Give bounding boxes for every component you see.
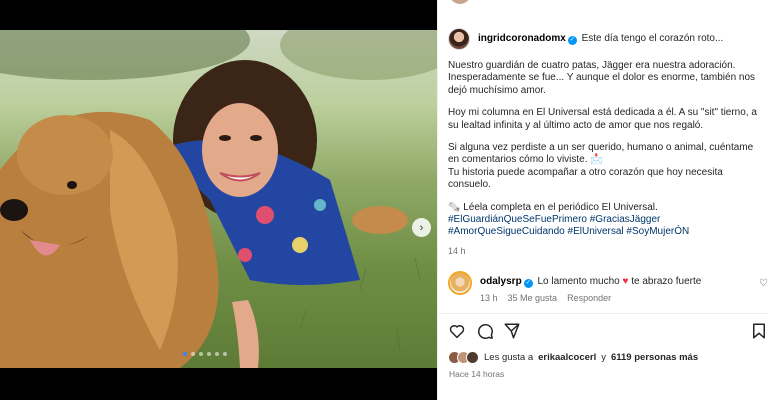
next-image-icon[interactable]: › [412,218,431,237]
comment-text-2: te abrazo fuerte [631,276,702,287]
author-avatar[interactable] [448,28,470,50]
caption-paragraph-4: Tu historia puede acompañar a otro coraz… [448,166,723,191]
likes-prefix: Les gusta a [484,352,534,363]
caption-read-line: 🗞️ Léela completa en el periódico El Uni… [448,201,658,213]
post-actions [448,322,768,344]
divider [438,313,768,314]
reply-button[interactable]: Responder [567,293,611,303]
post-age[interactable]: Hace 14 horas [449,369,504,379]
likes-count[interactable]: 6119 personas más [611,352,698,363]
comment-item: odalysrp ✓ Lo lamento mucho ♥ te abrazo f… [448,271,768,303]
verified-icon: ✓ [567,36,577,45]
carousel-dot [183,352,187,356]
likers-avatars[interactable] [448,351,479,364]
carousel-dot [191,352,195,356]
comment-likes[interactable]: 35 Me gusta [508,293,558,303]
post-photo[interactable]: › [0,30,437,368]
comment-text: Lo lamento mucho [537,276,620,287]
share-icon[interactable] [503,322,521,340]
comment-time[interactable]: 13 h [480,293,498,303]
likes-middle: y [601,352,606,363]
caption-paragraph-2: Hoy mi columna en El Universal está dedi… [448,107,757,131]
post-details-panel: ingridcoronadomx ✓ Este día tengo el cora… [437,0,768,400]
previous-comment-avatar[interactable] [449,0,471,4]
carousel-dots [183,352,227,356]
post-caption: ingridcoronadomx ✓ Este día tengo el cora… [448,28,766,257]
carousel-dot [223,352,227,356]
post-timestamp[interactable]: 14 h [448,245,766,257]
carousel-dot [207,352,211,356]
liker-username[interactable]: erikaalcocerl [538,352,596,363]
carousel-dot [199,352,203,356]
caption-intro: Este día tengo el corazón roto... [581,33,724,44]
comment-meta: 13 h 35 Me gusta Responder [480,293,701,303]
post-media: › [0,0,437,400]
comment-icon[interactable] [476,322,494,340]
caption-paragraph-1: Nuestro guardián de cuatro patas, Jägger… [448,60,756,96]
commenter-avatar[interactable] [448,271,472,295]
photo-illustration [0,30,437,368]
caption-paragraph-3: Si alguna vez perdiste a un ser querido,… [448,142,754,166]
save-icon[interactable] [750,322,768,340]
caption-hashtags[interactable]: #ElGuardiánQueSeFuePrimero #GraciasJägge… [448,214,766,239]
carousel-dot [215,352,219,356]
comment-like-icon[interactable]: ♡ [759,278,768,289]
commenter-username[interactable]: odalysrp [480,276,522,287]
likes-summary: Les gusta a erikaalcocerl y 6119 persona… [448,351,698,364]
heart-icon[interactable] [448,322,466,340]
author-username[interactable]: ingridcoronadomx [478,33,566,44]
verified-icon: ✓ [523,279,533,288]
red-heart-emoji: ♥ [622,276,629,287]
